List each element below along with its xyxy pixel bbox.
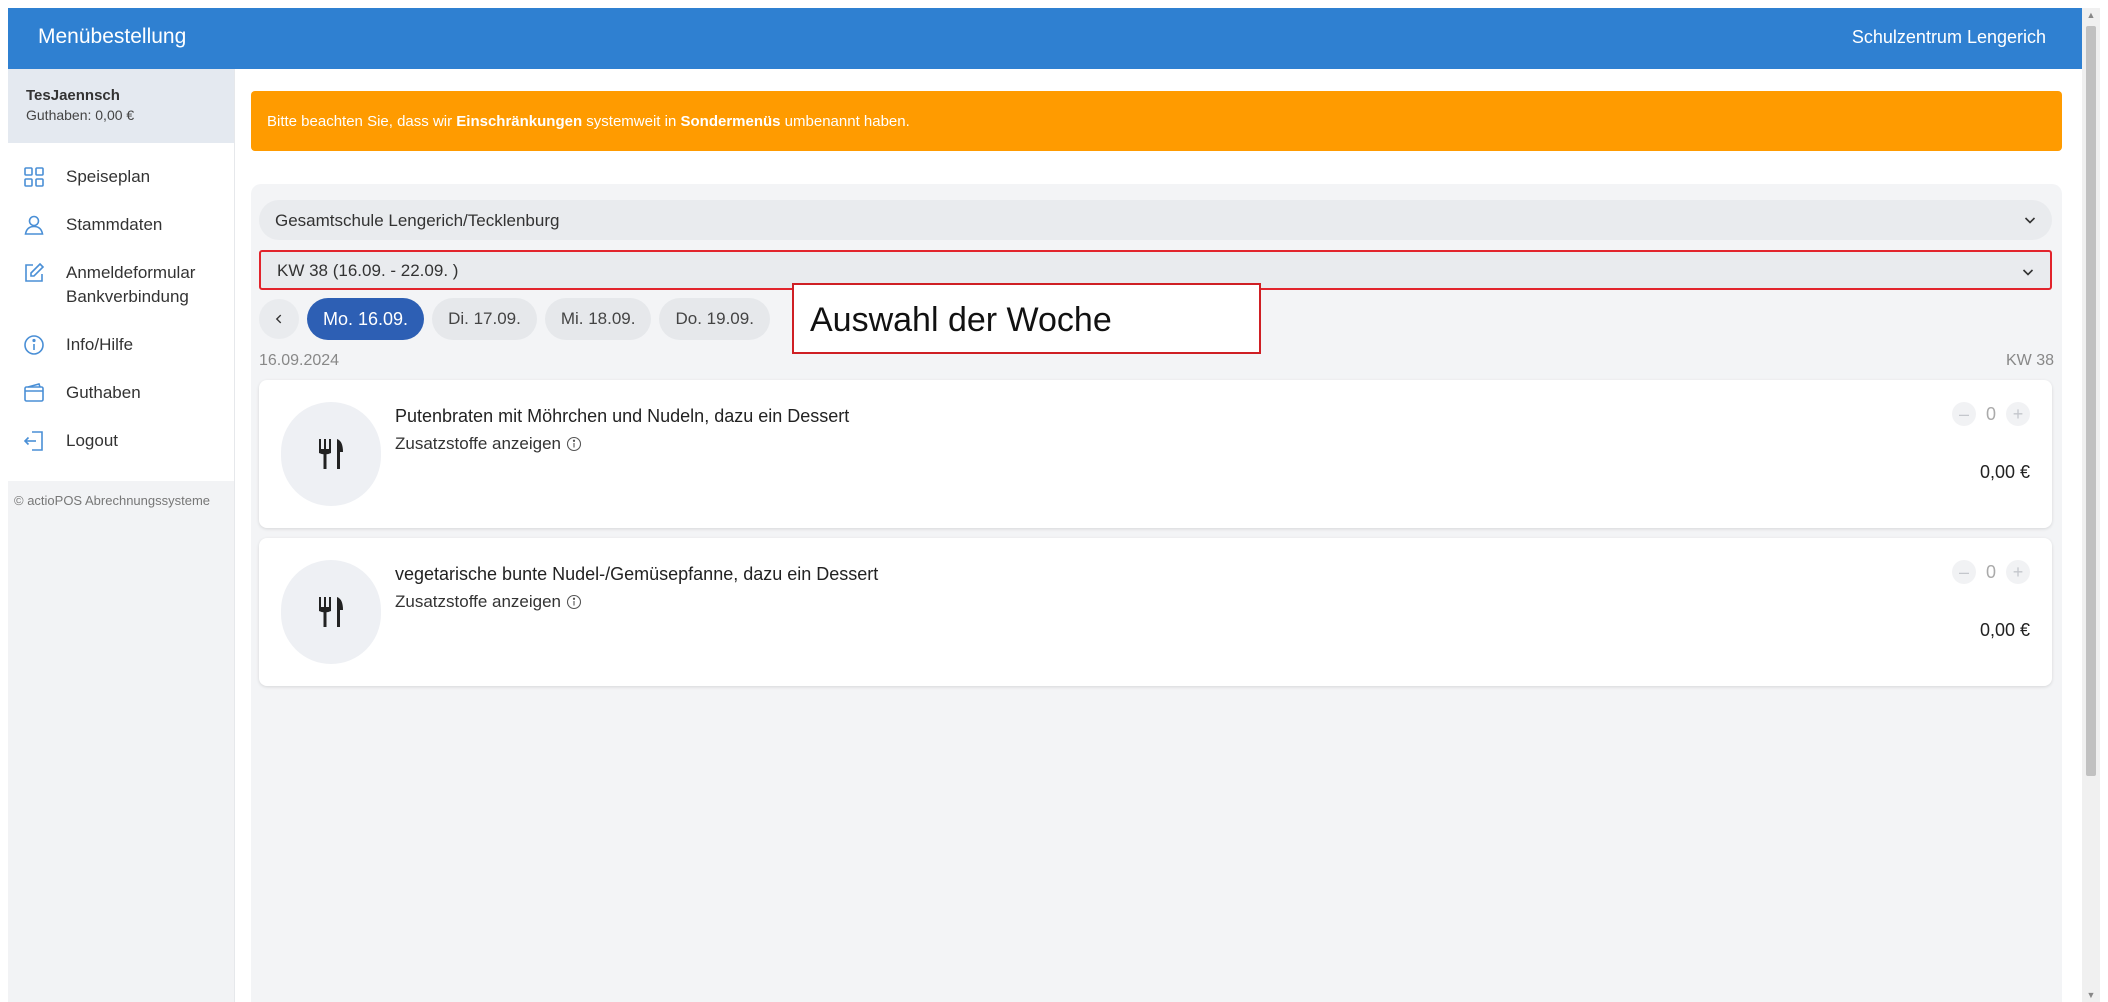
notice-banner: Bitte beachten Sie, dass wir Einschränku… [251, 91, 2062, 151]
menu-card: Putenbraten mit Möhrchen und Nudeln, daz… [259, 380, 2052, 528]
sidebar-item-info[interactable]: Info/Hilfe [8, 321, 234, 369]
user-name: TesJaennsch [26, 87, 120, 104]
school-select[interactable]: Gesamtschule Lengerich/Tecklenburg [259, 200, 2052, 240]
day-tab-thursday[interactable]: Do. 19.09. [659, 298, 770, 340]
sidebar-item-label: Guthaben [66, 383, 141, 402]
sidebar-item-label-group: Anmeldeformular Bankverbindung [66, 261, 195, 309]
sidebar: TesJaennsch Guthaben: 0,00 € Speiseplan … [8, 69, 235, 1002]
quantity-value: 0 [1985, 561, 1996, 582]
sidebar-item-label: Anmeldeformular [66, 263, 196, 282]
menu-name: vegetarische bunte Nudel-/Gemüsepfanne, … [395, 564, 879, 584]
notice-bold-1: Einschränkungen [456, 113, 583, 130]
sidebar-item-label-2: Bankverbindung [66, 287, 189, 306]
sidebar-item-anmeldeformular[interactable]: Anmeldeformular Bankverbindung [8, 249, 234, 321]
selected-date: 16.09.2024 [259, 352, 340, 369]
additives-link[interactable]: Zusatzstoffe anzeigen [395, 434, 582, 454]
increase-button[interactable]: + [2006, 560, 2030, 584]
chevron-left-icon [275, 314, 282, 324]
edit-icon [22, 261, 48, 285]
main-content: Bitte beachten Sie, dass wir Einschränku… [235, 69, 2082, 1002]
menu-card: vegetarische bunte Nudel-/Gemüsepfanne, … [259, 538, 2052, 686]
cutlery-icon [319, 439, 343, 469]
sidebar-item-label: Info/Hilfe [66, 335, 134, 354]
notice-bold-2: Sondermenüs [680, 113, 781, 130]
notice-text-pre: Bitte beachten Sie, dass wir [267, 113, 457, 130]
user-balance: Guthaben: 0,00 € [26, 107, 135, 123]
annotation-callout: Auswahl der Woche [792, 283, 1261, 354]
sidebar-item-speiseplan[interactable]: Speiseplan [8, 153, 234, 201]
previous-day-button[interactable] [259, 299, 299, 339]
sidebar-item-guthaben[interactable]: Guthaben [8, 369, 234, 417]
sidebar-item-label: Stammdaten [66, 215, 163, 234]
wallet-icon [22, 381, 48, 405]
day-tab-wednesday[interactable]: Mi. 18.09. [544, 298, 652, 340]
user-icon [22, 213, 48, 237]
increase-button[interactable]: + [2006, 402, 2030, 426]
menu-price: 0,00 € [1979, 620, 2030, 640]
additives-label: Zusatzstoffe anzeigen [395, 434, 562, 453]
app-title: Menübestellung [38, 25, 187, 48]
menu-thumbnail [281, 402, 381, 506]
chevron-down-icon [2024, 217, 2036, 224]
sidebar-item-logout[interactable]: Logout [8, 417, 234, 465]
notice-text-post: umbenannt haben. [780, 113, 910, 130]
sidebar-nav: Speiseplan Stammdaten Anmeldeformular Ba… [8, 143, 234, 481]
quantity-stepper: – 0 + [1951, 402, 2030, 426]
info-icon [22, 333, 48, 357]
quantity-value: 0 [1985, 403, 1996, 424]
school-select-value: Gesamtschule Lengerich/Tecklenburg [275, 211, 560, 230]
scrollbar-thumb[interactable] [2086, 26, 2096, 776]
menu-thumbnail [281, 560, 381, 664]
school-name: Schulzentrum Lengerich [1851, 27, 2046, 47]
user-box: TesJaennsch Guthaben: 0,00 € [8, 69, 234, 143]
calendar-week: KW 38 [2005, 352, 2054, 369]
additives-link[interactable]: Zusatzstoffe anzeigen [395, 592, 582, 612]
info-icon [566, 594, 582, 610]
chevron-down-icon [2022, 269, 2034, 276]
menu-name: Putenbraten mit Möhrchen und Nudeln, daz… [395, 406, 850, 426]
additives-label: Zusatzstoffe anzeigen [395, 592, 562, 611]
scroll-up-arrow-icon[interactable]: ▲ [2086, 10, 2096, 20]
copyright: © actioPOS Abrechnungssysteme [14, 493, 211, 508]
day-selector: Mo. 16.09. Di. 17.09. Mi. 18.09. Do. 19.… [259, 298, 778, 340]
sidebar-item-label: Speiseplan [66, 167, 151, 186]
sidebar-item-label: Logout [66, 431, 118, 450]
decrease-button[interactable]: – [1951, 560, 1976, 584]
week-select-value: KW 38 (16.09. - 22.09. ) [277, 261, 459, 280]
info-icon [566, 436, 582, 452]
day-tab-monday[interactable]: Mo. 16.09. [307, 298, 425, 340]
vertical-scrollbar[interactable]: ▲ ▼ [2082, 8, 2100, 1002]
top-bar: Menübestellung Schulzentrum Lengerich [8, 8, 2082, 69]
cutlery-icon [319, 597, 343, 627]
quantity-stepper: – 0 + [1951, 560, 2030, 584]
grid-icon [22, 165, 48, 189]
notice-text-mid: systemweit in [582, 113, 681, 130]
sidebar-item-stammdaten[interactable]: Stammdaten [8, 201, 234, 249]
app-window: Menübestellung Schulzentrum Lengerich Te… [8, 8, 2082, 1002]
day-tab-tuesday[interactable]: Di. 17.09. [432, 298, 537, 340]
menu-panel: Gesamtschule Lengerich/Tecklenburg KW 38… [251, 184, 2062, 1002]
scroll-down-arrow-icon[interactable]: ▼ [2086, 990, 2096, 1000]
menu-price: 0,00 € [1979, 462, 2030, 482]
logout-icon [22, 429, 48, 453]
decrease-button[interactable]: – [1951, 402, 1976, 426]
